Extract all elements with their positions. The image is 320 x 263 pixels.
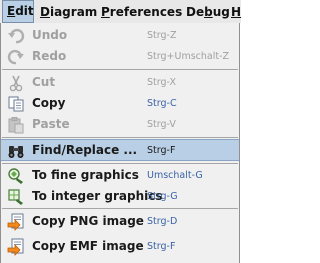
menu-preferences-label: references xyxy=(109,5,183,19)
copy-emf-accelerator: Strg-F xyxy=(147,241,176,252)
menu-preferences[interactable]: Preferences xyxy=(101,0,182,23)
menu-item-to-fine-graphics[interactable]: To fine graphics Umschalt-G xyxy=(1,165,239,186)
menu-debug-mnemonic: b xyxy=(204,5,213,19)
menu-item-copy-png[interactable]: Copy PNG image Strg-D xyxy=(1,211,239,232)
menu-bar: Edit Diagram Preferences Debug H xyxy=(0,0,241,23)
copy-label: Copy xyxy=(32,96,66,110)
to-integer-graphics-accelerator: Strg-G xyxy=(147,191,178,202)
copy-png-label: Copy PNG image xyxy=(32,214,144,228)
copy-png-icon xyxy=(7,213,24,231)
menu-diagram[interactable]: Diagram xyxy=(40,0,97,23)
menu-help[interactable]: H xyxy=(231,0,241,23)
redo-accelerator: Strg+Umschalt-Z xyxy=(147,51,230,62)
to-fine-graphics-label: To fine graphics xyxy=(32,168,139,182)
menu-separator xyxy=(2,208,238,209)
menu-item-find-replace[interactable]: Find/Replace ... Strg-F xyxy=(1,139,239,161)
find-replace-label: Find/Replace ... xyxy=(32,143,138,157)
menu-item-copy[interactable]: Copy Strg-C xyxy=(1,93,239,114)
copy-emf-icon xyxy=(7,238,24,256)
menu-item-copy-emf[interactable]: Copy EMF image Strg-F xyxy=(1,236,239,257)
paste-label: Paste xyxy=(32,117,70,131)
menu-item-undo[interactable]: Undo Strg-Z xyxy=(1,25,239,46)
cut-accelerator: Strg-X xyxy=(147,77,176,88)
paste-icon xyxy=(8,117,24,134)
menu-diagram-mnemonic: D xyxy=(40,5,50,19)
menu-separator xyxy=(2,137,238,138)
copy-png-accelerator: Strg-D xyxy=(147,216,178,227)
find-replace-accelerator: Strg-F xyxy=(147,145,176,156)
menu-diagram-label: iagram xyxy=(49,5,98,19)
redo-label: Redo xyxy=(32,49,67,63)
menu-edit[interactable]: Edit xyxy=(2,0,34,23)
menu-debug-label-prefix: De xyxy=(186,5,205,19)
menu-debug-label: ug xyxy=(212,5,230,19)
paste-accelerator: Strg-V xyxy=(147,119,176,130)
menu-debug[interactable]: Debug xyxy=(186,0,230,23)
scissors-icon xyxy=(9,75,23,92)
menu-separator xyxy=(2,163,238,164)
menu-edit-label: dit xyxy=(15,4,34,18)
edit-menu-dropdown: Undo Strg-Z Redo Strg+Umschalt-Z Cut Str… xyxy=(0,23,240,263)
undo-accelerator: Strg-Z xyxy=(147,30,177,41)
menu-item-redo[interactable]: Redo Strg+Umschalt-Z xyxy=(1,46,239,67)
redo-icon xyxy=(7,49,24,65)
binoculars-icon xyxy=(8,146,24,158)
menu-edit-mnemonic: E xyxy=(7,4,16,18)
menu-item-to-integer-graphics[interactable]: To integer graphics Strg-G xyxy=(1,186,239,207)
to-fine-graphics-accelerator: Umschalt-G xyxy=(147,170,203,181)
undo-icon xyxy=(8,28,25,44)
to-integer-graphics-label: To integer graphics xyxy=(32,189,163,203)
menu-item-paste[interactable]: Paste Strg-V xyxy=(1,114,239,135)
cut-label: Cut xyxy=(32,75,56,89)
menu-preferences-mnemonic: P xyxy=(101,5,110,19)
integer-graphics-icon xyxy=(8,189,23,205)
copy-emf-label: Copy EMF image xyxy=(32,239,144,253)
menu-help-mnemonic: H xyxy=(231,5,242,19)
fine-graphics-icon xyxy=(8,168,23,184)
copy-accelerator: Strg-C xyxy=(147,98,177,109)
undo-label: Undo xyxy=(32,28,68,42)
menu-item-cut[interactable]: Cut Strg-X xyxy=(1,72,239,93)
copy-icon xyxy=(8,96,24,112)
menu-separator xyxy=(2,69,238,70)
